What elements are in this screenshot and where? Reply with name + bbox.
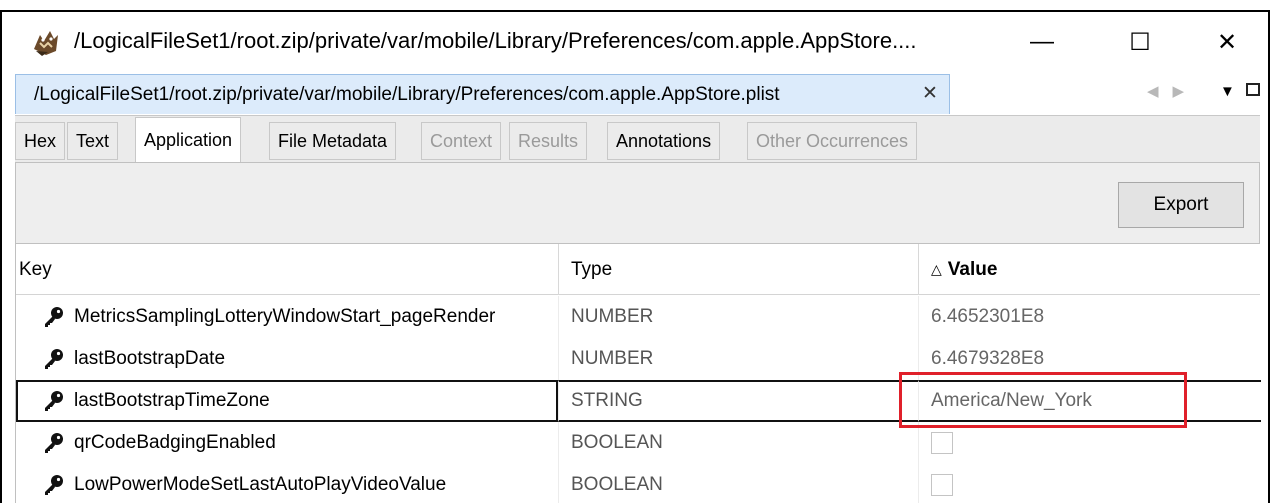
type-cell: BOOLEAN bbox=[558, 422, 918, 464]
key-name: LowPowerModeSetLastAutoPlayVideoValue bbox=[74, 474, 447, 495]
column-header-type[interactable]: Type bbox=[558, 244, 918, 295]
type-cell: BOOLEAN bbox=[558, 464, 918, 503]
table-row[interactable]: LowPowerModeSetLastAutoPlayVideoValue BO… bbox=[16, 464, 1260, 503]
window-title: /LogicalFileSet1/root.zip/private/var/mo… bbox=[74, 28, 917, 53]
close-tab-icon[interactable]: ✕ bbox=[922, 82, 938, 105]
key-name: MetricsSamplingLotteryWindowStart_pageRe… bbox=[74, 306, 496, 327]
key-cell: lastBootstrapDate bbox=[16, 338, 558, 380]
key-cell: qrCodeBadgingEnabled bbox=[16, 422, 558, 464]
autopsy-dog-icon bbox=[34, 31, 58, 56]
tab-context: Context bbox=[421, 122, 502, 160]
minimize-button[interactable]: — bbox=[1012, 22, 1072, 62]
toolbar bbox=[15, 162, 1260, 244]
document-tab-row: /LogicalFileSet1/root.zip/private/var/mo… bbox=[2, 72, 1268, 115]
key-cell: LowPowerModeSetLastAutoPlayVideoValue bbox=[16, 464, 558, 503]
title-bar[interactable]: /LogicalFileSet1/root.zip/private/var/mo… bbox=[2, 12, 1268, 72]
tab-results: Results bbox=[509, 122, 588, 160]
column-header-value[interactable]: △ Value bbox=[918, 244, 1261, 295]
tab-scroll-arrows-icon[interactable]: ◀▶ bbox=[1147, 82, 1198, 100]
viewer-window: /LogicalFileSet1/root.zip/private/var/mo… bbox=[0, 10, 1270, 503]
key-icon bbox=[45, 391, 63, 411]
table-row[interactable]: qrCodeBadgingEnabled BOOLEAN bbox=[16, 422, 1260, 464]
boolean-checkbox[interactable] bbox=[931, 474, 953, 496]
key-cell: lastBootstrapTimeZone bbox=[16, 380, 558, 422]
viewer-tab-bar: Hex Text Application File Metadata Conte… bbox=[15, 115, 1260, 163]
sort-ascending-icon: △ bbox=[931, 261, 942, 277]
type-cell: STRING bbox=[558, 380, 918, 422]
key-icon bbox=[45, 307, 63, 327]
key-name: lastBootstrapDate bbox=[74, 348, 226, 369]
restore-view-icon[interactable] bbox=[1246, 83, 1260, 96]
table-row[interactable]: MetricsSamplingLotteryWindowStart_pageRe… bbox=[16, 296, 1260, 338]
value-cell: 6.4652301E8 bbox=[918, 296, 1261, 338]
tab-other-occurrences: Other Occurrences bbox=[747, 122, 918, 160]
table-header: Key Type △ Value bbox=[16, 244, 1260, 295]
annotation-highlight bbox=[899, 372, 1187, 428]
column-header-key[interactable]: Key bbox=[16, 244, 558, 295]
type-cell: NUMBER bbox=[558, 338, 918, 380]
maximize-button[interactable]: ☐ bbox=[1110, 22, 1170, 62]
value-cell bbox=[918, 464, 1261, 503]
value-cell bbox=[918, 422, 1261, 464]
key-icon bbox=[45, 433, 63, 453]
key-name: qrCodeBadgingEnabled bbox=[74, 432, 276, 453]
tab-text[interactable]: Text bbox=[67, 122, 119, 160]
tab-list-dropdown-icon[interactable]: ▼ bbox=[1220, 83, 1235, 100]
export-button[interactable]: Export bbox=[1118, 182, 1244, 228]
top-strip bbox=[0, 0, 1277, 10]
key-icon bbox=[45, 349, 63, 369]
tab-hex[interactable]: Hex bbox=[15, 122, 66, 160]
boolean-checkbox[interactable] bbox=[931, 432, 953, 454]
key-cell: MetricsSamplingLotteryWindowStart_pageRe… bbox=[16, 296, 558, 338]
type-cell: NUMBER bbox=[558, 296, 918, 338]
close-button[interactable]: ✕ bbox=[1197, 22, 1257, 62]
document-tab-label: /LogicalFileSet1/root.zip/private/var/mo… bbox=[34, 84, 780, 105]
document-tab[interactable]: /LogicalFileSet1/root.zip/private/var/mo… bbox=[15, 74, 950, 114]
tab-annotations[interactable]: Annotations bbox=[607, 122, 721, 160]
tab-application[interactable]: Application bbox=[135, 117, 242, 163]
key-icon bbox=[45, 475, 63, 495]
tab-file-metadata[interactable]: File Metadata bbox=[269, 122, 397, 160]
key-name: lastBootstrapTimeZone bbox=[74, 390, 270, 411]
column-header-value-label: Value bbox=[947, 258, 998, 280]
